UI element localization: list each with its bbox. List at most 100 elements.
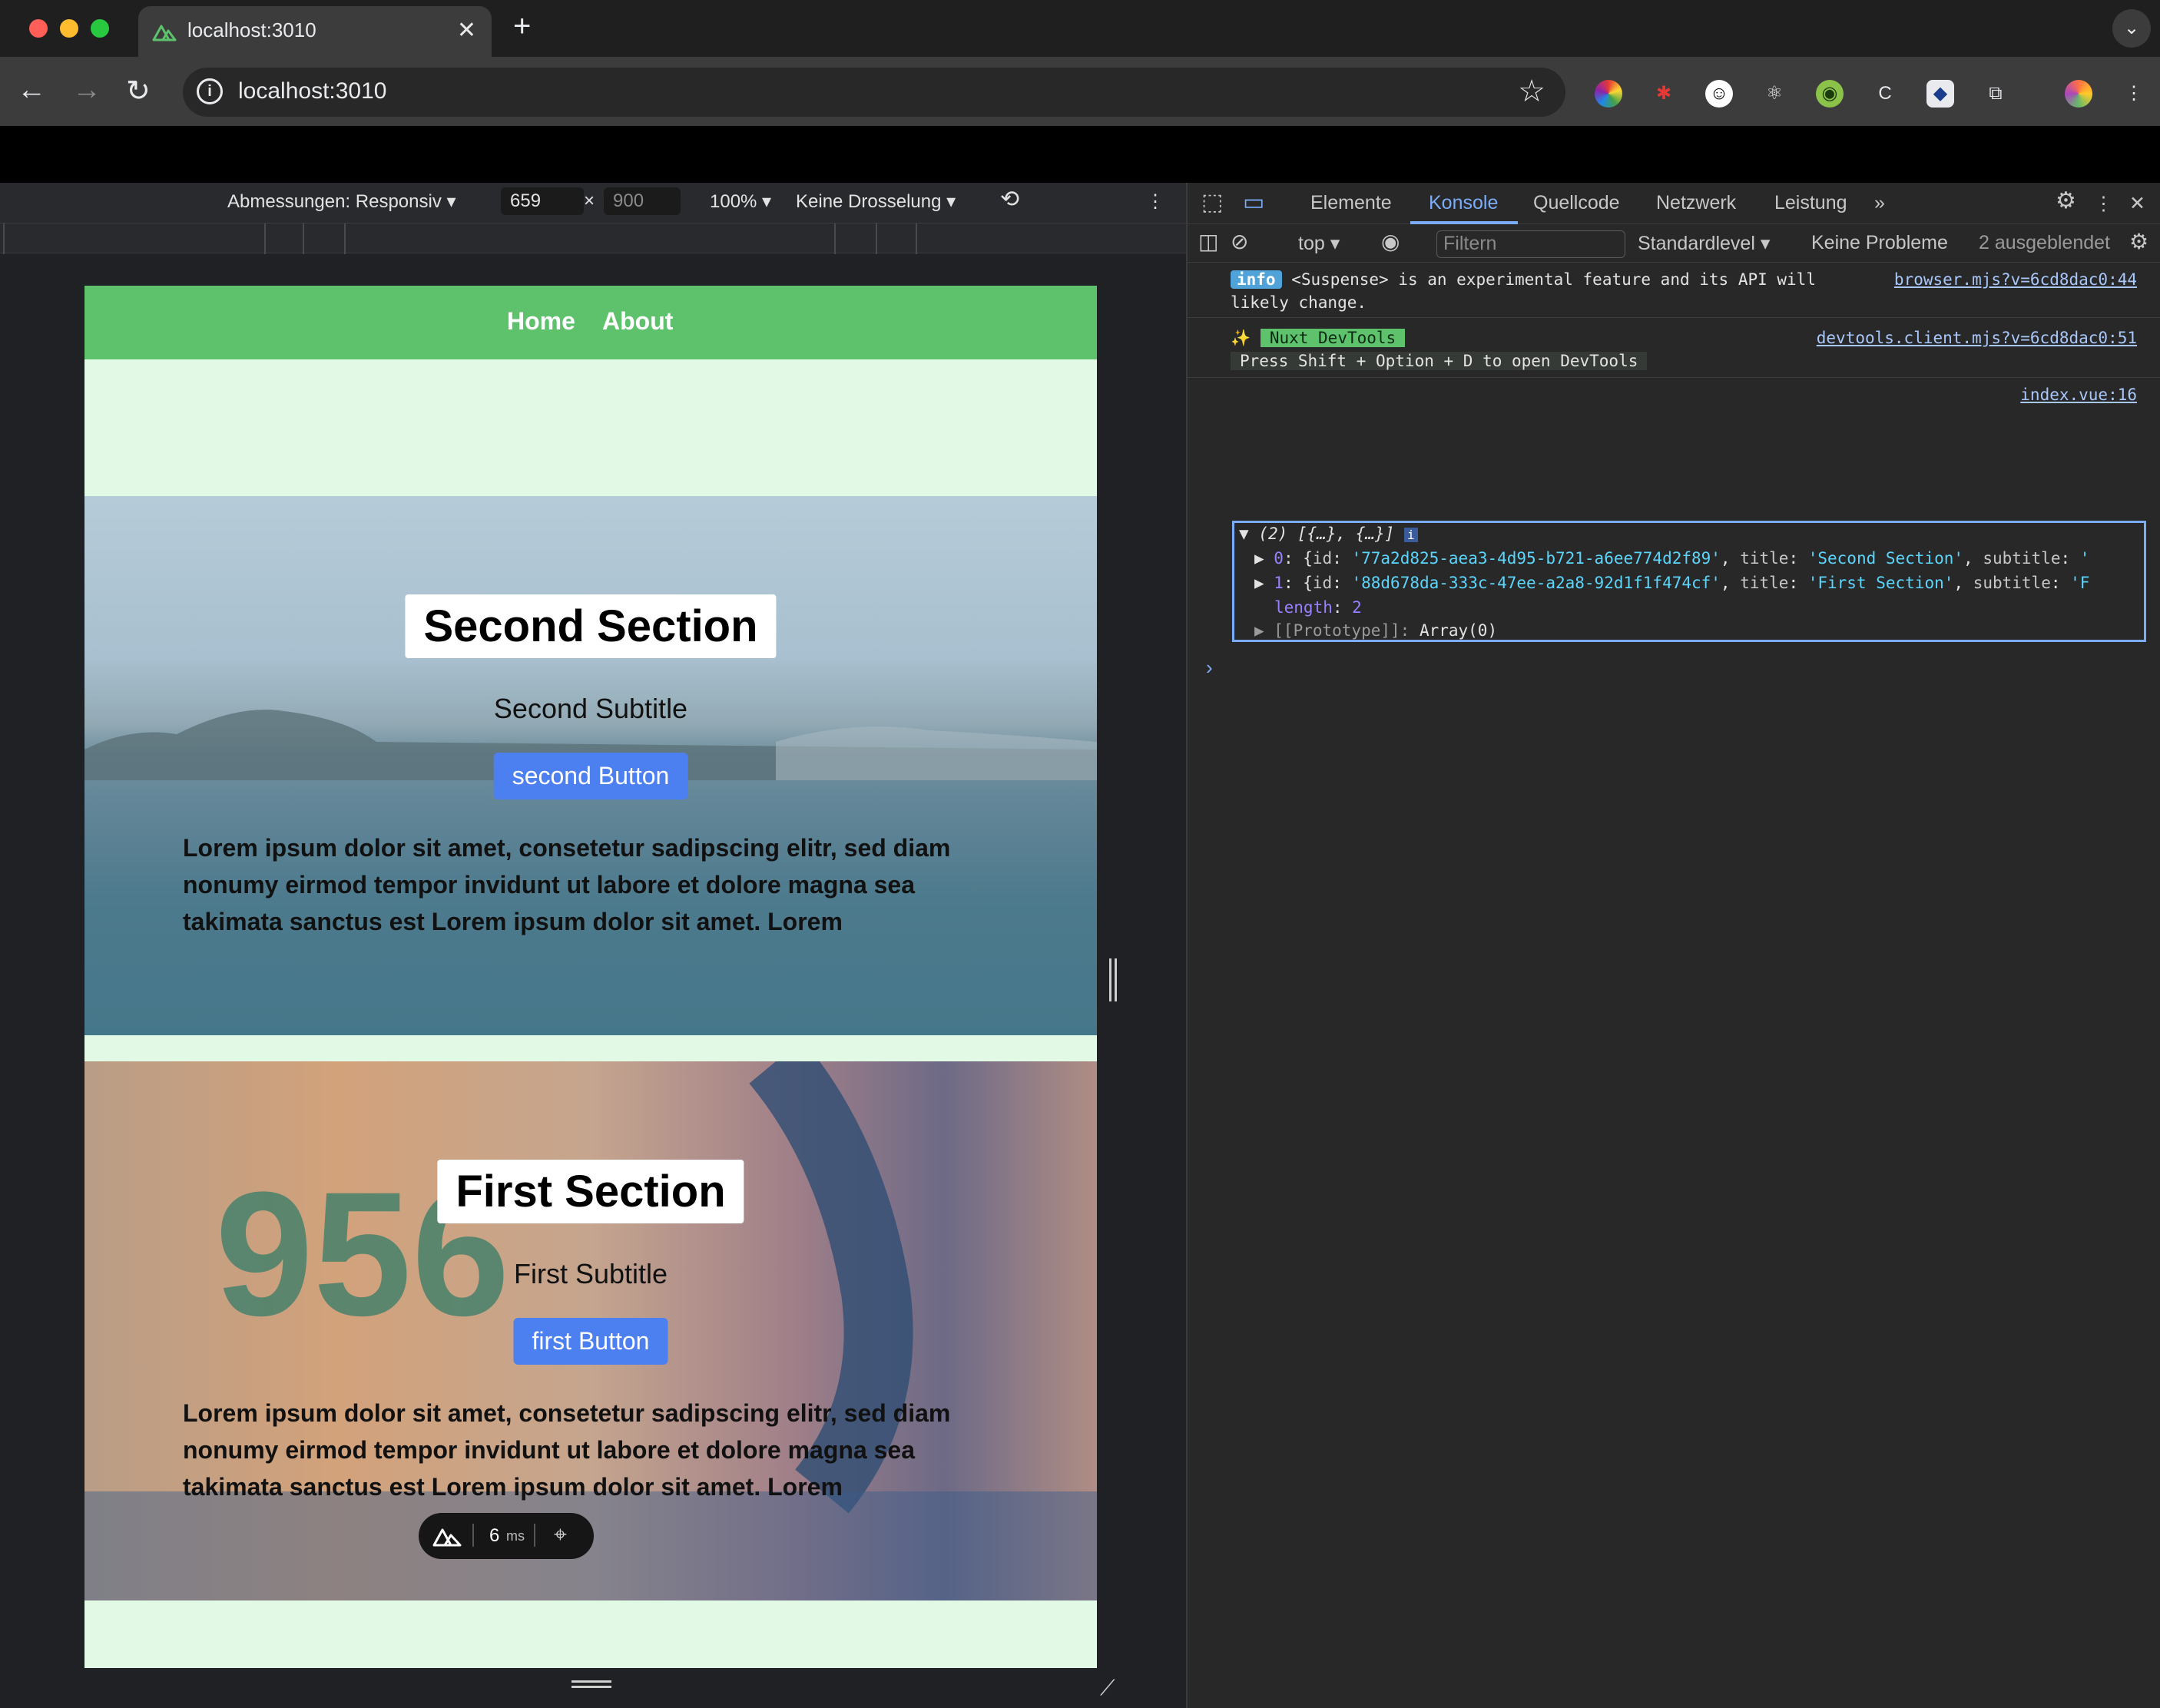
browser-menu-icon[interactable]: ⋮ (2120, 80, 2148, 108)
inspect-target-icon[interactable]: ⌖ (554, 1522, 567, 1548)
profile-avatar[interactable] (2065, 80, 2092, 108)
array-item-row[interactable]: ▶ 1: {id: '88d678da-333c-47ee-a2a8-92d1f… (1254, 574, 2142, 592)
device-emulation-pane: Abmessungen: Responsiv ▾ 659 × 900 100% … (0, 183, 1186, 1708)
tab-elemente[interactable]: Elemente (1310, 192, 1392, 214)
section-button[interactable]: first Button (513, 1318, 668, 1365)
item-id: '88d678da-333c-47ee-a2a8-92d1f1f474cf' (1351, 574, 1721, 592)
width-input[interactable]: 659 (501, 187, 584, 215)
console-array-output[interactable]: ▼ (2) [{…}, {…}] i ▶ 0: {id: '77a2d825-a… (1232, 521, 2146, 642)
section-subtitle: First Subtitle (513, 1258, 668, 1289)
reload-icon[interactable]: ↻ (126, 74, 151, 108)
live-expression-eye-icon[interactable]: ◉ (1381, 229, 1400, 254)
emulated-viewport: Home About Second Section Second Subtitl… (84, 286, 1097, 1668)
dimensions-label: Abmessungen: Responsiv (227, 191, 442, 212)
sparkle-icon: ✨ (1231, 329, 1251, 347)
close-devtools-icon[interactable]: ✕ (2129, 192, 2145, 215)
bug-extension-icon[interactable]: ✱ (1650, 80, 1678, 108)
devtools-tab-bar: ⬚ ▭ Elemente Konsole Quellcode Netzwerk … (1188, 183, 2160, 224)
maximize-window-button[interactable] (91, 19, 109, 38)
array-summary-row[interactable]: ▼ (2) [{…}, {…}] i (1239, 525, 1418, 543)
console-filter-input[interactable]: Filtern (1436, 230, 1625, 258)
settings-gear-icon[interactable]: ⚙ (2056, 187, 2076, 214)
section-subtitle: Second Subtitle (493, 693, 688, 724)
color-picker-extension-icon[interactable] (1595, 80, 1622, 108)
nuxt-devtools-badge[interactable]: 6 ms ⌖ (419, 1513, 594, 1559)
info-text: <Suspense> is an experimental feature an… (1291, 270, 1816, 289)
shortcut-hint: Press Shift + Option + D to open DevTool… (1231, 352, 1648, 370)
forward-arrow-icon[interactable]: → (72, 74, 101, 107)
tab-leistung[interactable]: Leistung (1774, 192, 1847, 214)
source-link[interactable]: browser.mjs?v=6cd8dac0:44 (1894, 270, 2137, 289)
tab-search-chevron-icon[interactable]: ⌄ (2112, 9, 2151, 48)
tab-konsole[interactable]: Konsole (1429, 192, 1498, 214)
resize-corner-icon[interactable]: ⟋ (1100, 1676, 1115, 1701)
frog-extension-icon[interactable]: ◉ (1816, 80, 1844, 108)
clear-console-icon[interactable]: ⊘ (1231, 229, 1248, 254)
throttle-label: Keine Drosselung (796, 191, 942, 212)
dimensions-dropdown[interactable]: Abmessungen: Responsiv ▾ (227, 190, 456, 213)
context-selector[interactable]: top ▾ (1298, 232, 1340, 255)
back-arrow-icon[interactable]: ← (17, 74, 46, 107)
puzzle-extensions-icon[interactable]: ⧉ (1982, 80, 2009, 108)
issues-counter[interactable]: Keine Probleme (1811, 232, 1948, 254)
source-link[interactable]: index.vue:16 (2020, 386, 2137, 404)
height-input[interactable]: 900 (604, 187, 681, 215)
rotate-icon[interactable]: ⟲ (1000, 186, 1019, 213)
item-subtitle-start: ' (2079, 549, 2090, 568)
browser-toolbar: ← → ↻ i localhost:3010 ☆ ✱ ☺ ⚛ ◉ C ◆ ⧉ ⋮ (0, 57, 2160, 126)
minimize-window-button[interactable] (60, 19, 78, 38)
item-subtitle-start: 'F (2070, 574, 2090, 592)
face-extension-icon[interactable]: ☺ (1705, 80, 1733, 108)
source-link[interactable]: devtools.client.mjs?v=6cd8dac0:51 (1817, 329, 2137, 347)
media-query-ruler[interactable] (0, 223, 1186, 254)
close-tab-icon[interactable]: ✕ (457, 17, 476, 44)
nuxt-logo-icon (152, 25, 177, 41)
new-tab-button[interactable]: + (513, 9, 531, 44)
info-icon[interactable]: i (1403, 528, 1418, 542)
array-item-row[interactable]: ▶ 0: {id: '77a2d825-aea3-4d95-b721-a6ee7… (1254, 549, 2142, 568)
vue-extension-icon[interactable]: ◆ (1926, 80, 1954, 108)
nuxt-logo-icon (432, 1528, 462, 1547)
badge-divider (534, 1524, 535, 1547)
prototype-row[interactable]: ▶ [[Prototype]]: Array(0) (1254, 621, 1497, 640)
console-prompt-icon[interactable]: › (1206, 656, 1213, 680)
site-navbar: Home About (84, 286, 1097, 359)
more-tabs-icon[interactable]: » (1874, 192, 1885, 214)
info-text-continued: likely change. (1231, 293, 1367, 312)
address-url[interactable]: localhost:3010 (238, 78, 386, 104)
info-badge: info (1231, 270, 1282, 289)
c-extension-icon[interactable]: C (1871, 80, 1899, 108)
device-toolbar-menu-icon[interactable]: ⋮ (1146, 190, 1164, 213)
bookmark-star-icon[interactable]: ☆ (1518, 74, 1545, 109)
console-settings-gear-icon[interactable]: ⚙ (2129, 229, 2148, 254)
resize-handle-bottom[interactable] (571, 1680, 611, 1688)
site-info-icon[interactable]: i (197, 78, 223, 104)
render-time-value: 6 (489, 1525, 500, 1546)
devtools-menu-icon[interactable]: ⋮ (2094, 192, 2113, 215)
devtools-panel: ⬚ ▭ Elemente Konsole Quellcode Netzwerk … (1186, 183, 2160, 1708)
tab-title: localhost:3010 (187, 18, 316, 41)
address-bar[interactable]: i localhost:3010 ☆ (183, 68, 1565, 117)
resize-handle-right[interactable] (1109, 958, 1117, 1001)
device-toggle-icon[interactable]: ▭ (1243, 189, 1264, 216)
nav-home-link[interactable]: Home (507, 307, 575, 336)
array-length-value: 2 (1352, 598, 1362, 617)
nav-about-link[interactable]: About (602, 307, 673, 336)
close-window-button[interactable] (29, 19, 48, 38)
zoom-dropdown[interactable]: 100% ▾ (710, 190, 771, 213)
browser-tab[interactable]: localhost:3010 ✕ (138, 6, 492, 57)
throttle-dropdown[interactable]: Keine Drosselung ▾ (796, 190, 956, 213)
tab-netzwerk[interactable]: Netzwerk (1656, 192, 1736, 214)
sidebar-toggle-icon[interactable]: ◫ (1198, 229, 1218, 254)
bookmark-bar-area (0, 126, 2160, 183)
render-time-unit: ms (506, 1528, 525, 1544)
react-extension-icon[interactable]: ⚛ (1761, 80, 1788, 108)
zoom-label: 100% (710, 191, 757, 212)
item-title: 'Second Section' (1807, 549, 1964, 568)
log-level-dropdown[interactable]: Standardlevel ▾ (1638, 232, 1770, 255)
tab-quellcode[interactable]: Quellcode (1533, 192, 1620, 214)
inspect-element-icon[interactable]: ⬚ (1201, 189, 1223, 216)
section-card: Second Section Second Subtitle second Bu… (84, 496, 1097, 1035)
section-button[interactable]: second Button (493, 753, 688, 799)
expand-triangle-icon[interactable]: ▼ (1239, 525, 1249, 543)
